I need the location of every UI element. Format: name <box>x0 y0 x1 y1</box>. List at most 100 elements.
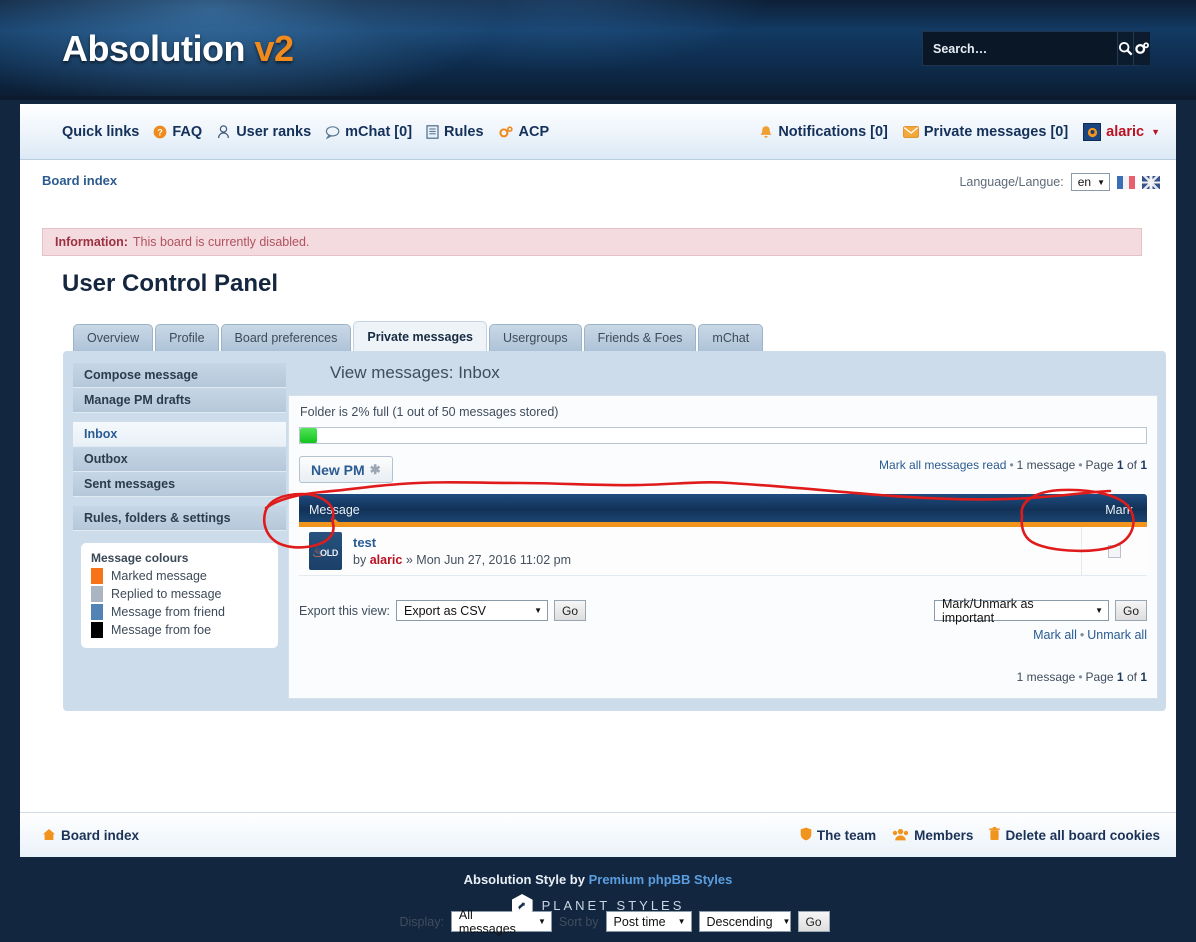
footer-the-team[interactable]: The team <box>800 827 876 844</box>
search-box <box>922 31 1150 66</box>
ucp-panel: Compose message Manage PM drafts Inbox O… <box>63 351 1166 936</box>
home-icon <box>42 828 56 844</box>
site-logo[interactable]: Absolution v2 <box>62 28 294 70</box>
star-icon: ✱ <box>369 461 381 477</box>
mark-all-messages-read-link[interactable]: Mark all messages read <box>879 458 1006 472</box>
ucp-tabs: Overview Profile Board preferences Priva… <box>73 321 764 351</box>
footer-credit: Absolution Style by Premium phpBB Styles… <box>0 872 1196 917</box>
nav-user-menu[interactable]: alaric ▼ <box>1083 123 1160 141</box>
export-label: Export this view: <box>299 603 391 618</box>
tab-private-messages[interactable]: Private messages <box>353 321 488 351</box>
pm-icon-text: OLD <box>320 548 339 558</box>
footer-members[interactable]: Members <box>892 828 973 844</box>
logo-suffix: v2 <box>254 28 294 69</box>
messages-table: Message Mark ♨ OLD test by alaric » Mon … <box>299 494 1147 576</box>
language-select[interactable]: en ▼ <box>1070 173 1110 191</box>
sidebar-item-inbox[interactable]: Inbox <box>73 422 286 447</box>
sidebar-group-folders: Inbox Outbox Sent messages <box>73 422 286 497</box>
colour-label-marked: Marked message <box>111 569 207 583</box>
footer-nav: Board index The team Members Delete all … <box>20 812 1176 857</box>
envelope-icon <box>902 126 919 138</box>
new-pm-button[interactable]: New PM ✱ <box>299 456 393 483</box>
search-options-gear-icon[interactable] <box>1133 32 1150 65</box>
flag-fr-icon[interactable] <box>1117 175 1135 189</box>
search-input[interactable] <box>923 32 1117 65</box>
nav-rules[interactable]: Rules <box>426 124 484 140</box>
nav-user-ranks[interactable]: User ranks <box>216 124 311 140</box>
chevron-down-icon: ▼ <box>1097 177 1105 187</box>
tab-friends-foes[interactable]: Friends & Foes <box>583 324 697 351</box>
swatch-foe-message <box>91 622 103 638</box>
credit-link[interactable]: Premium phpBB Styles <box>589 872 733 887</box>
page-label-top: Page <box>1085 458 1114 472</box>
information-text: This board is currently disabled. <box>132 235 310 249</box>
nav-faq[interactable]: ? FAQ <box>153 124 202 140</box>
sidebar-item-rules-folders-settings[interactable]: Rules, folders & settings <box>73 506 286 531</box>
folder-status-text: Folder is 2% full (1 out of 50 messages … <box>300 405 559 419</box>
pm-mark-cell <box>1081 527 1147 576</box>
export-select[interactable]: Export as CSV ▼ <box>396 600 549 621</box>
sidebar-item-outbox[interactable]: Outbox <box>73 447 286 472</box>
page-of-bottom: of <box>1126 670 1137 684</box>
table-row[interactable]: ♨ OLD test by alaric » Mon Jun 27, 2016 … <box>299 527 1147 576</box>
gears-icon <box>498 125 514 139</box>
flag-gb-icon[interactable] <box>1142 175 1160 189</box>
information-banner: Information: This board is currently dis… <box>42 228 1142 256</box>
message-count-top: 1 message <box>1016 458 1076 472</box>
trash-icon <box>989 827 1001 844</box>
column-header-message[interactable]: Message <box>309 503 360 517</box>
page-root: Absolution v2 Quick lin <box>0 0 1196 942</box>
breadcrumb-board-index[interactable]: Board index <box>42 173 117 188</box>
nav-mchat[interactable]: mChat [0] <box>325 124 412 140</box>
column-header-mark: Mark <box>1105 503 1133 517</box>
language-select-value: en <box>1077 175 1092 189</box>
tab-mchat[interactable]: mChat <box>698 324 764 351</box>
pm-content: View messages: Inbox Folder is 2% full (… <box>278 351 1166 711</box>
nav-username: alaric <box>1106 124 1145 140</box>
colour-label-friend: Message from friend <box>111 605 225 619</box>
pm-author-link[interactable]: alaric <box>370 553 403 567</box>
sidebar-item-sent-messages[interactable]: Sent messages <box>73 472 286 497</box>
pm-separator: » <box>405 553 413 567</box>
sidebar-item-manage-pm-drafts[interactable]: Manage PM drafts <box>73 388 286 413</box>
avatar-icon <box>1083 123 1102 141</box>
tab-overview[interactable]: Overview <box>73 324 154 351</box>
chevron-down-icon: ▼ <box>782 917 791 926</box>
footer-the-team-label: The team <box>816 828 877 843</box>
footer-board-index-label: Board index <box>61 828 140 843</box>
nav-acp-label: ACP <box>518 124 550 140</box>
swatch-marked-message <box>91 568 103 584</box>
tab-profile[interactable]: Profile <box>155 324 219 351</box>
nav-acp[interactable]: ACP <box>498 124 550 140</box>
pm-mark-checkbox[interactable] <box>1108 545 1121 558</box>
tab-board-preferences[interactable]: Board preferences <box>220 324 352 351</box>
bulk-action-select[interactable]: Mark/Unmark as important ▼ <box>933 597 1109 625</box>
nav-mchat-label: mChat [0] <box>345 124 413 140</box>
pm-row-body: test by alaric » Mon Jun 27, 2016 11:02 … <box>353 535 571 567</box>
nav-quick-links[interactable]: Quick links <box>42 124 139 140</box>
language-label: Language/Langue: <box>959 175 1064 189</box>
chevron-down-icon: ▼ <box>1151 127 1160 137</box>
export-go-button[interactable]: Go <box>554 600 587 621</box>
footer-delete-cookies[interactable]: Delete all board cookies <box>989 827 1160 844</box>
planet-styles-brand[interactable]: ➦ PLANET STYLES <box>511 894 685 917</box>
nav-private-messages[interactable]: Private messages [0] <box>902 124 1068 140</box>
export-controls: Export this view: Export as CSV ▼ Go <box>299 600 587 621</box>
mark-all-link[interactable]: Mark all <box>1033 628 1077 642</box>
chevron-down-icon: ▼ <box>677 917 686 926</box>
unmark-all-link[interactable]: Unmark all <box>1087 628 1147 642</box>
tab-usergroups[interactable]: Usergroups <box>489 324 582 351</box>
pm-subject-link[interactable]: test <box>353 535 571 550</box>
bulk-action-select-value: Mark/Unmark as important <box>941 596 1034 625</box>
ucp-sidebar: Compose message Manage PM drafts Inbox O… <box>73 363 286 648</box>
nav-notifications[interactable]: Notifications [0] <box>759 124 888 140</box>
search-icon[interactable] <box>1117 32 1133 65</box>
footer-left: Board index <box>42 813 139 858</box>
footer-members-label: Members <box>914 828 974 843</box>
footer-board-index[interactable]: Board index <box>42 828 139 844</box>
hamburger-icon <box>42 128 57 136</box>
shield-icon <box>800 827 812 844</box>
pm-bottom-meta: 1 message • Page 1 of 1 <box>1016 670 1147 684</box>
sidebar-item-compose-message[interactable]: Compose message <box>73 363 286 388</box>
bulk-action-go-button[interactable]: Go <box>1114 600 1147 621</box>
